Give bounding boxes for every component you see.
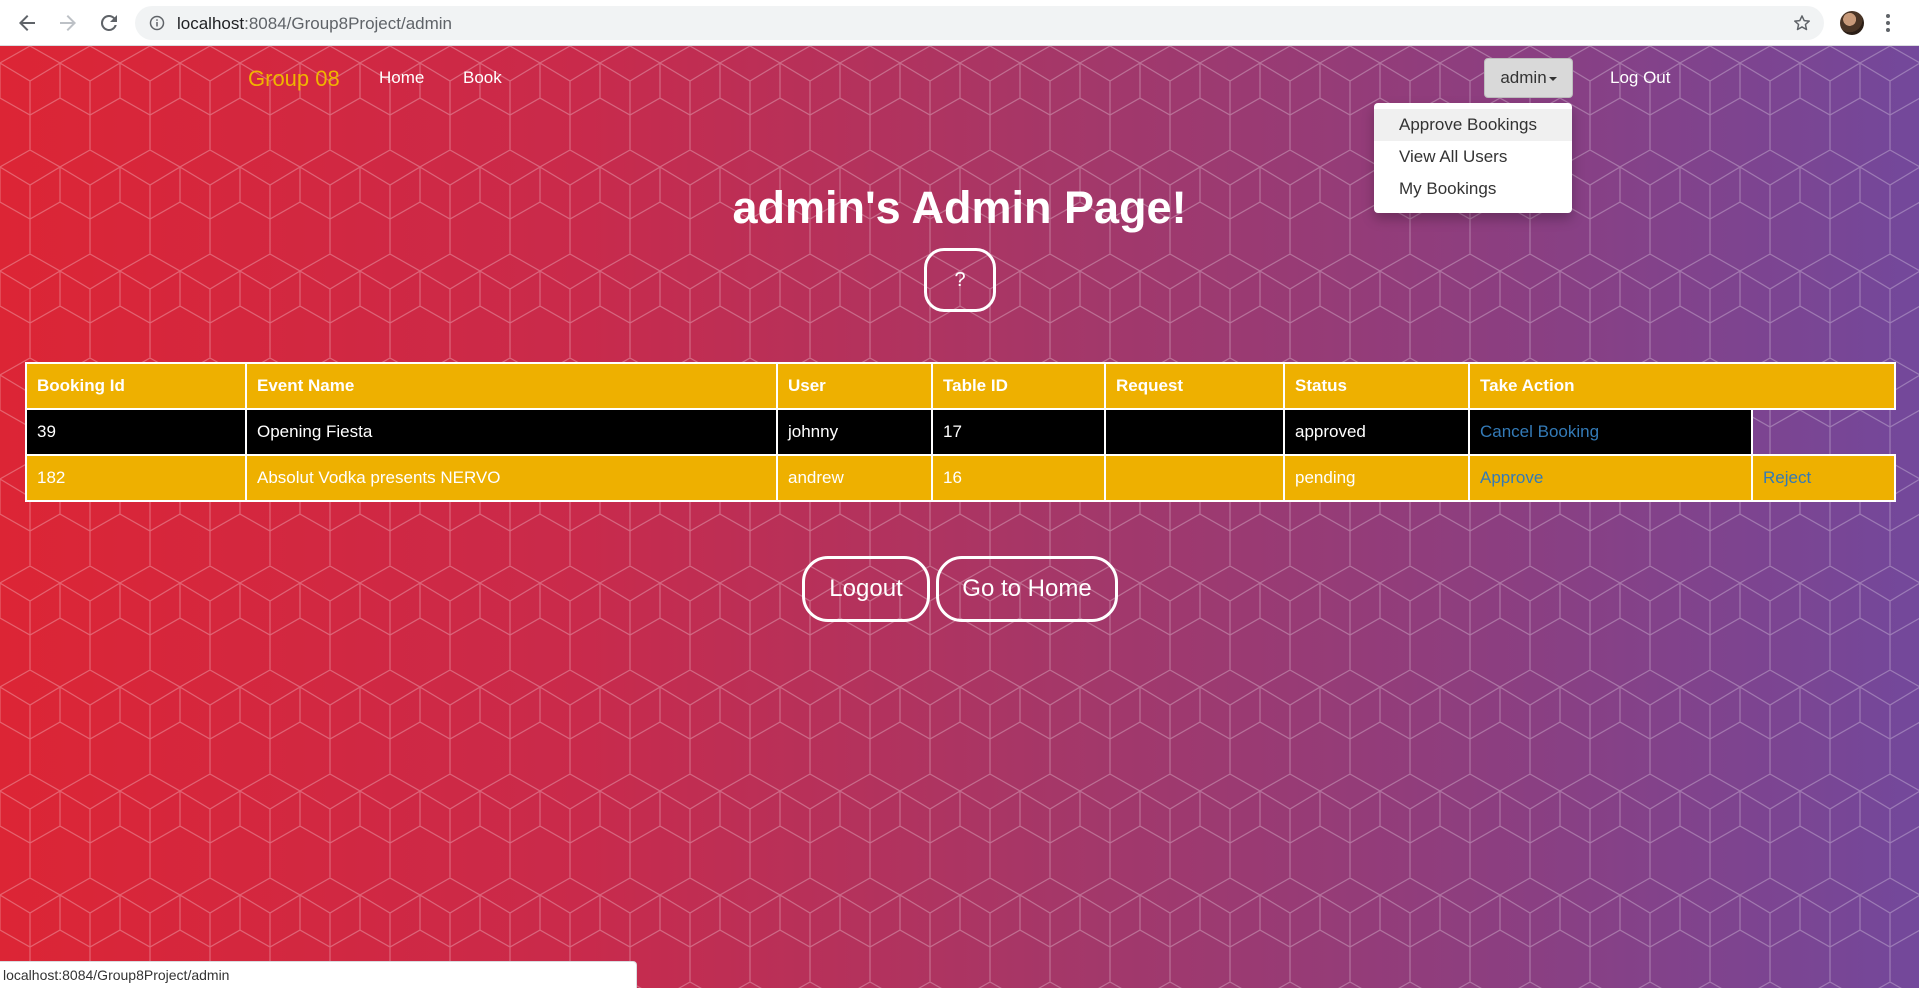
url-text: localhost:8084/Group8Project/admin xyxy=(177,14,453,33)
page-title: admin's Admin Page! xyxy=(0,182,1919,234)
page-title-suffix: 's Admin Page! xyxy=(864,182,1187,233)
page-title-username: admin xyxy=(732,182,865,233)
menu-kebab-icon[interactable] xyxy=(1884,12,1892,34)
info-icon[interactable] xyxy=(149,15,165,31)
column-header-request: Request xyxy=(1104,362,1285,410)
nav-logout-link[interactable]: Log Out xyxy=(1610,68,1671,88)
cell-action-empty xyxy=(1752,408,1895,455)
nav-link-home[interactable]: Home xyxy=(379,68,424,88)
browser-toolbar: localhost:8084/Group8Project/admin xyxy=(0,0,1919,46)
column-header-take-action: Take Action xyxy=(1468,362,1896,410)
cell-event-name: Absolut Vodka presents NERVO xyxy=(245,454,778,502)
cell-request xyxy=(1104,454,1285,502)
column-header-booking-id: Booking Id xyxy=(25,362,247,410)
table-header-row: Booking Id Event Name User Table ID Requ… xyxy=(25,362,1896,410)
column-header-event-name: Event Name xyxy=(245,362,778,410)
cell-table-id: 16 xyxy=(931,454,1106,502)
user-dropdown-toggle[interactable]: admin xyxy=(1484,58,1573,98)
cell-user: johnny xyxy=(776,408,933,456)
column-header-user: User xyxy=(776,362,933,410)
logout-button[interactable]: Logout xyxy=(802,556,930,622)
cell-action: Cancel Booking xyxy=(1468,408,1753,456)
help-button[interactable]: ? xyxy=(924,248,996,312)
dropdown-item-view-all-users[interactable]: View All Users xyxy=(1374,141,1572,173)
bookings-table: Booking Id Event Name User Table ID Requ… xyxy=(25,362,1896,502)
nav-link-book[interactable]: Book xyxy=(463,68,502,88)
cell-event-name: Opening Fiesta xyxy=(245,408,778,456)
table-row: 39 Opening Fiesta johnny 17 approved Can… xyxy=(25,408,1895,456)
reject-link[interactable]: Reject xyxy=(1763,468,1811,487)
status-bar-url: localhost:8084/Group8Project/admin xyxy=(0,961,637,988)
brand-logo[interactable]: Group 08 xyxy=(248,66,340,92)
column-header-status: Status xyxy=(1283,362,1470,410)
go-to-home-button[interactable]: Go to Home xyxy=(936,556,1118,622)
cell-booking-id: 39 xyxy=(25,408,247,456)
cell-status: pending xyxy=(1283,454,1470,502)
cell-status: approved xyxy=(1283,408,1470,456)
dropdown-item-approve-bookings[interactable]: Approve Bookings xyxy=(1374,109,1572,141)
column-header-table-id: Table ID xyxy=(931,362,1106,410)
bookmark-star-icon[interactable] xyxy=(1792,13,1812,33)
table-row: 182 Absolut Vodka presents NERVO andrew … xyxy=(25,454,1896,502)
caret-down-icon xyxy=(1548,76,1557,81)
cell-booking-id: 182 xyxy=(25,454,247,502)
reload-icon[interactable] xyxy=(97,11,121,35)
cell-action-2: Reject xyxy=(1751,454,1896,502)
cell-table-id: 17 xyxy=(931,408,1106,456)
back-icon[interactable] xyxy=(15,11,39,35)
user-dropdown-label: admin xyxy=(1500,68,1547,87)
cancel-booking-link[interactable]: Cancel Booking xyxy=(1480,422,1599,441)
address-bar[interactable]: localhost:8084/Group8Project/admin xyxy=(135,6,1824,40)
cell-user: andrew xyxy=(776,454,933,502)
cell-action: Approve xyxy=(1468,454,1753,502)
page-body: Group 08 Home Book admin Log Out Approve… xyxy=(0,46,1919,988)
forward-icon[interactable] xyxy=(56,11,80,35)
cell-request xyxy=(1104,408,1285,456)
approve-link[interactable]: Approve xyxy=(1480,468,1543,487)
profile-avatar[interactable] xyxy=(1840,11,1864,35)
